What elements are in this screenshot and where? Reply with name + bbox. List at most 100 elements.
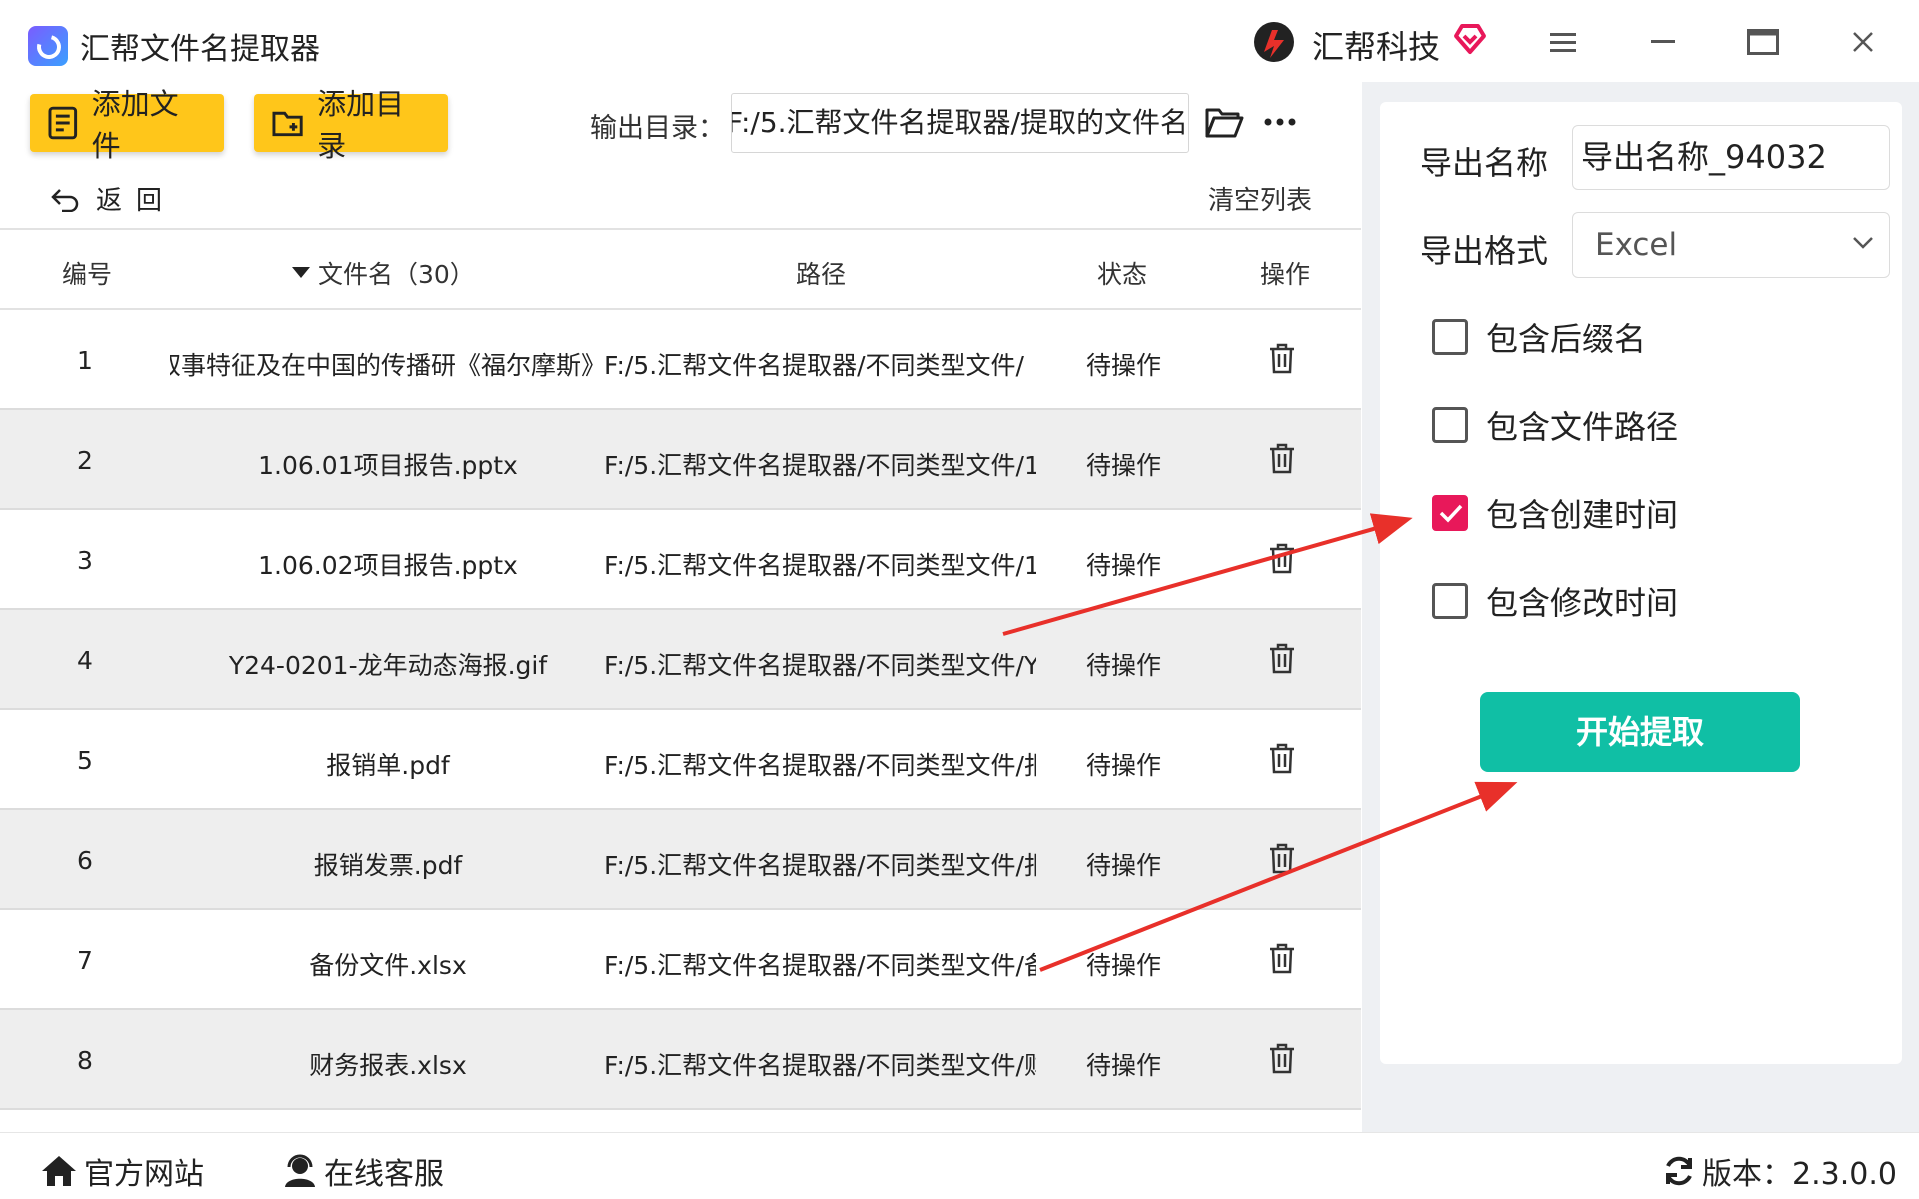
checkbox[interactable] [1432,319,1468,355]
back-arrow-icon [51,188,79,212]
output-dir-label: 输出目录： [590,113,725,144]
delete-button[interactable] [1268,1042,1298,1076]
row-number: 1 [77,346,93,375]
output-dir-value: F:/5.汇帮文件名提取器/提取的文件名 [731,106,1188,139]
clear-list-button[interactable]: 清空列表 [1208,180,1312,217]
delete-button[interactable] [1268,742,1298,776]
table-row[interactable]: 7 备份文件.xlsx F:/5.汇帮文件名提取器/不同类型文件/备 待操作 [0,910,1361,1010]
home-icon [42,1156,76,1186]
row-status: 待操作 [1086,1051,1162,1080]
checkmark-icon [1439,504,1463,523]
add-directory-label: 添加目录 [317,87,405,163]
option-label: 包含文件路径 [1486,408,1679,446]
add-file-icon [48,106,78,140]
support-agent-icon [285,1154,315,1187]
row-file-name: 备份文件.xlsx [309,951,467,980]
maximize-icon [1747,29,1779,55]
option-include-modify-time[interactable]: 包含修改时间 [1432,578,1678,624]
row-number: 5 [77,746,93,775]
checkbox[interactable] [1432,583,1468,619]
add-folder-icon [272,111,303,137]
official-site-link[interactable]: 官方网站 [40,1149,204,1193]
delete-button[interactable] [1268,642,1298,676]
table-row[interactable]: 5 报销单.pdf F:/5.汇帮文件名提取器/不同类型文件/报 待操作 [0,710,1361,810]
export-format-value: Excel [1595,227,1678,263]
start-extract-button[interactable]: 开始提取 [1480,692,1800,772]
delete-button[interactable] [1268,842,1298,876]
row-file-name: 《福尔摩斯》系列小说叙事特征及在中国的传播研 [170,351,606,380]
menu-button[interactable] [1538,20,1588,64]
option-include-path[interactable]: 包含文件路径 [1432,402,1678,448]
row-file-path: F:/5.汇帮文件名提取器/不同类型文件/报 [604,751,1036,780]
delete-button[interactable] [1268,942,1298,976]
header-no: 编号 [62,260,113,289]
row-file-path: F:/5.汇帮文件名提取器/不同类型文件/备 [604,951,1036,980]
header-name[interactable]: 文件名（30） [292,255,475,291]
trash-icon [1270,1043,1294,1074]
trash-icon [1270,643,1294,674]
row-number: 4 [77,646,93,675]
row-status: 待操作 [1086,551,1162,580]
trash-icon [1270,943,1294,974]
row-file-name: 报销发票.pdf [313,851,463,880]
row-status: 待操作 [1086,951,1162,980]
row-status: 待操作 [1086,451,1162,480]
file-table: 编号 文件名（30） 路径 状态 操作 1 《福尔摩斯》系列小说叙事特征及在中国的… [0,228,1361,1110]
back-label: 返回 [96,186,177,216]
maximize-button[interactable] [1738,20,1788,64]
table-row[interactable]: 2 1.06.01项目报告.pptx F:/5.汇帮文件名提取器/不同类型文件/1.… [0,410,1361,510]
delete-button[interactable] [1268,542,1298,576]
online-service-link[interactable]: 在线客服 [282,1149,444,1193]
folder-open-icon[interactable] [1204,104,1244,140]
option-label: 包含修改时间 [1486,584,1679,622]
official-site-label: 官方网站 [84,1157,204,1192]
output-dir-input[interactable]: F:/5.汇帮文件名提取器/提取的文件名 [731,93,1189,153]
row-status: 待操作 [1086,351,1162,380]
close-button[interactable] [1838,20,1888,64]
table-row[interactable]: 3 1.06.02项目报告.pptx F:/5.汇帮文件名提取器/不同类型文件/1.… [0,510,1361,610]
title-bar: 汇帮文件名提取器 汇帮科技 [0,0,1919,82]
online-service-label: 在线客服 [324,1157,444,1192]
row-file-name: Y24-0201-龙年动态海报.gif [228,651,548,680]
trash-icon [1270,543,1294,574]
row-file-path: F:/5.汇帮文件名提取器/不同类型文件/报 [604,851,1036,880]
brand-name: 汇帮科技 [1312,28,1441,66]
add-directory-button[interactable]: 添加目录 [254,87,448,163]
table-row[interactable]: 6 报销发票.pdf F:/5.汇帮文件名提取器/不同类型文件/报 待操作 [0,810,1361,910]
delete-button[interactable] [1268,442,1298,476]
add-file-button[interactable]: 添加文件 [30,87,224,163]
brand-logo-icon [1254,22,1294,62]
row-file-name: 报销单.pdf [326,751,450,780]
row-number: 2 [77,446,93,475]
version-info[interactable]: 版本：2.3.0.0 [1662,1149,1897,1193]
option-label: 包含后缀名 [1486,320,1647,358]
chevron-down-icon [1853,237,1873,249]
more-icon[interactable] [1260,108,1300,136]
row-file-path: F:/5.汇帮文件名提取器/不同类型文件/1.0 [604,451,1036,480]
export-name-input[interactable]: 导出名称_94032 [1572,125,1890,190]
table-row[interactable]: 4 Y24-0201-龙年动态海报.gif F:/5.汇帮文件名提取器/不同类型文件… [0,610,1361,710]
option-include-extension[interactable]: 包含后缀名 [1432,314,1646,360]
option-include-create-time[interactable]: 包含创建时间 [1432,490,1678,536]
row-file-path: F:/5.汇帮文件名提取器/不同类型文件/1.0 [604,551,1036,580]
trash-icon [1270,343,1294,374]
row-number: 3 [77,546,93,575]
header-op: 操作 [1260,260,1311,289]
export-format-select[interactable]: Excel [1572,212,1890,278]
trash-icon [1270,443,1294,474]
row-status: 待操作 [1086,751,1162,780]
back-button[interactable]: 返回 [50,180,176,217]
trash-icon [1270,743,1294,774]
app-title: 汇帮文件名提取器 [80,32,320,67]
table-row[interactable]: 1 《福尔摩斯》系列小说叙事特征及在中国的传播研F:/5.汇帮文件名提取器/不同类… [0,310,1361,410]
delete-button[interactable] [1268,342,1298,376]
minimize-button[interactable] [1638,20,1688,64]
close-icon [1853,32,1873,52]
row-file-path: F:/5.汇帮文件名提取器/不同类型文件/Y2 [604,651,1036,680]
vip-heart-icon[interactable] [1452,20,1488,56]
sort-down-icon [292,267,310,278]
table-row[interactable]: 8 财务报表.xlsx F:/5.汇帮文件名提取器/不同类型文件/财 待操作 [0,1010,1361,1110]
table-header: 编号 文件名（30） 路径 状态 操作 [0,228,1361,310]
checkbox[interactable] [1432,407,1468,443]
checkbox-checked[interactable] [1432,495,1468,531]
